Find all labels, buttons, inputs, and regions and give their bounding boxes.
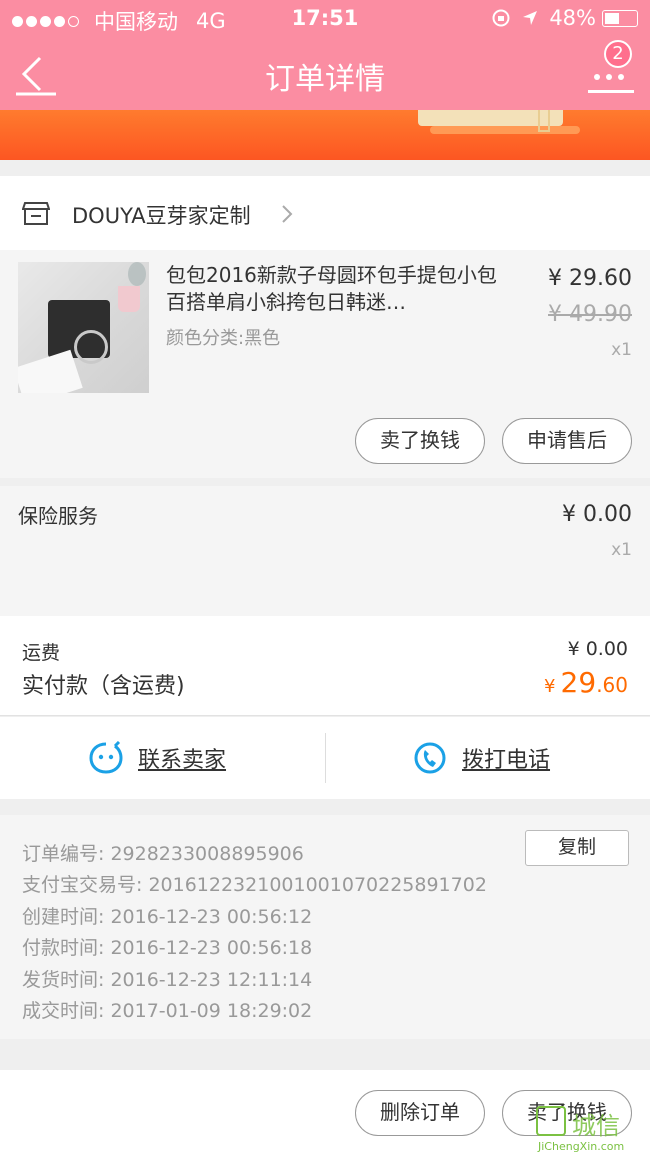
order-number: 订单编号: 2928233008895906 — [22, 843, 304, 865]
contact-seller-button[interactable]: 联系卖家 — [88, 741, 226, 775]
total-currency: ¥ — [544, 676, 556, 697]
chat-face-icon — [89, 741, 123, 774]
watermark-text: 城信 — [572, 1112, 620, 1140]
insurance-label: 保险服务 — [18, 504, 98, 528]
watermark-logo: 城信 JiChengXin.com — [532, 1104, 650, 1156]
location-arrow-icon — [523, 11, 538, 25]
contact-divider — [325, 733, 326, 783]
paid-time: 付款时间: 2016-12-23 00:56:18 — [22, 937, 313, 959]
notification-badge: 2 — [604, 40, 632, 68]
gift-shadow-graphic — [430, 126, 580, 134]
product-title[interactable]: 包包2016新款子母圆环包手提包小包百搭单肩小斜挎包日韩迷… — [166, 262, 506, 316]
store-icon — [22, 202, 50, 225]
shipped-time: 发货时间: 2016-12-23 12:11:14 — [22, 969, 313, 991]
alipay-trade-number: 支付宝交易号: 2016122321001001070225891702 — [22, 874, 487, 896]
status-bar: 中国移动 4G 17:51 48% — [0, 0, 650, 36]
total-decimal: .60 — [596, 673, 628, 697]
product-card: 包包2016新款子母圆环包手提包小包百搭单肩小斜挎包日韩迷… 颜色分类:黑色 ¥… — [0, 250, 650, 478]
contact-row: 联系卖家 拨打电话 — [0, 717, 650, 799]
product-price: ¥ 29.60 — [548, 266, 632, 291]
shop-row[interactable]: DOUYA豆芽家定制 — [0, 176, 650, 250]
header: 中国移动 4G 17:51 48% 订单详情 2 — [0, 0, 650, 110]
product-spec: 颜色分类:黑色 — [166, 328, 281, 349]
watermark-box-icon — [536, 1106, 566, 1136]
more-button[interactable]: 2 — [588, 40, 634, 98]
after-sale-button[interactable]: 申请售后 — [502, 418, 632, 464]
total-label: 实付款（含运费) — [22, 674, 185, 699]
shop-name: DOUYA豆芽家定制 — [72, 204, 251, 228]
product-original-price: ¥ 49.90 — [548, 302, 632, 327]
completed-time: 成交时间: 2017-01-09 18:29:02 — [22, 1000, 313, 1022]
insurance-service: 保险服务 ¥ 0.00 x1 — [0, 486, 650, 616]
battery-icon — [602, 9, 638, 27]
promo-banner[interactable] — [0, 110, 650, 160]
call-phone-button[interactable]: 拨打电话 — [412, 741, 550, 775]
page-title: 订单详情 — [265, 62, 385, 97]
rotation-lock-icon — [492, 9, 510, 27]
created-time: 创建时间: 2016-12-23 00:56:12 — [22, 906, 313, 928]
product-quantity: x1 — [611, 340, 632, 360]
watermark-subtext: JiChengXin.com — [538, 1140, 625, 1153]
shipping-label: 运费 — [22, 642, 61, 664]
more-underline — [588, 90, 634, 93]
call-phone-label: 拨打电话 — [462, 748, 551, 773]
more-dots-icon — [594, 74, 624, 80]
insurance-quantity: x1 — [611, 540, 632, 560]
phone-icon — [414, 742, 446, 774]
shipping-value: ¥ 0.00 — [567, 638, 628, 660]
battery-percent: 48% — [549, 6, 596, 30]
chevron-right-icon — [282, 205, 293, 223]
insurance-price: ¥ 0.00 — [562, 502, 632, 527]
nav-bar: 订单详情 2 — [0, 36, 650, 110]
copy-button[interactable]: 复制 — [525, 830, 629, 866]
contact-seller-label: 联系卖家 — [138, 748, 227, 773]
order-info: 订单编号: 2928233008895906 复制 支付宝交易号: 201612… — [0, 815, 650, 1039]
payment-summary: 运费 ¥ 0.00 实付款（含运费) ¥ 29.60 — [0, 616, 650, 716]
total-amount: ¥ 29.60 — [544, 666, 628, 699]
ribbon-graphic — [538, 110, 550, 132]
total-integer: 29 — [560, 666, 597, 699]
delete-order-button[interactable]: 删除订单 — [355, 1090, 485, 1136]
sell-for-cash-button[interactable]: 卖了换钱 — [355, 418, 485, 464]
product-image[interactable] — [18, 262, 149, 393]
